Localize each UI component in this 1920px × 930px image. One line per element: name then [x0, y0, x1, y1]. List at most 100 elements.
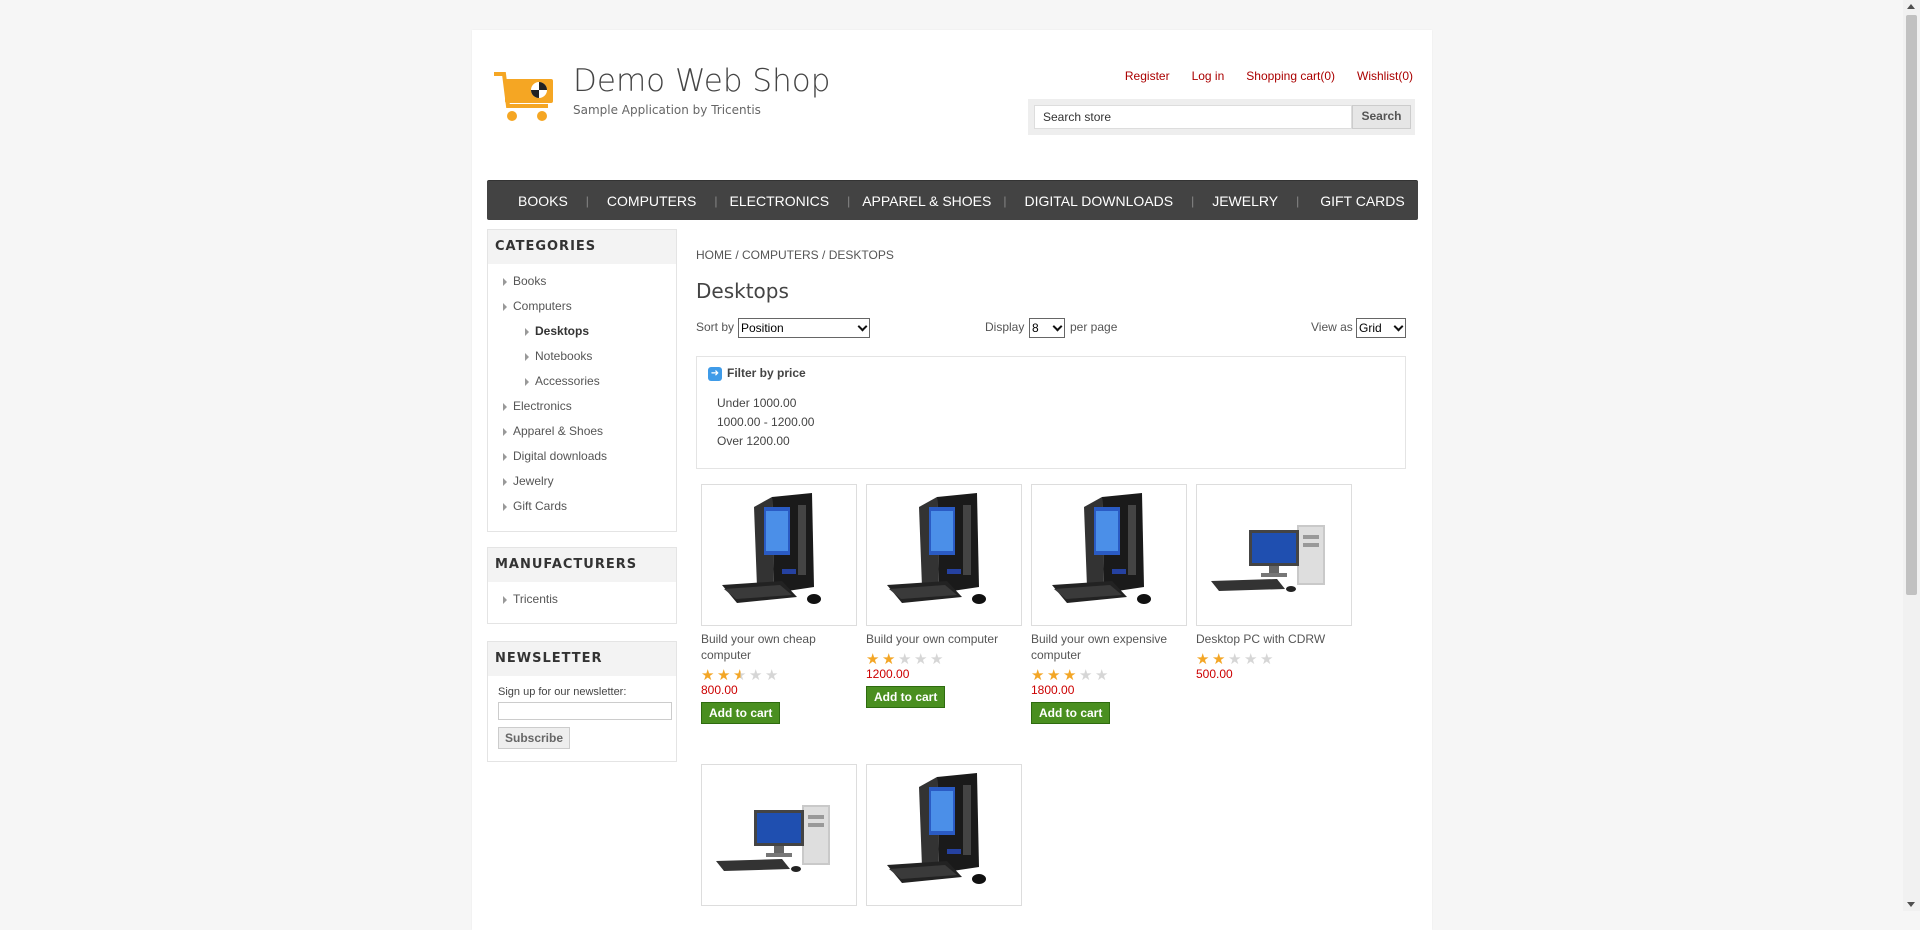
category-computers[interactable]: Computers: [488, 294, 676, 319]
breadcrumb-computers[interactable]: COMPUTERS: [742, 248, 819, 262]
product-item: Build your own expensive computer ★ ★ ★ ★ ★ …: [1031, 484, 1187, 724]
add-to-cart-button[interactable]: Add to cart: [701, 702, 781, 724]
page-title: Desktops: [696, 279, 789, 303]
star-empty-icon: ★: [749, 667, 763, 684]
newsletter-title: NEWSLETTER: [488, 642, 676, 676]
product-image[interactable]: [866, 764, 1022, 906]
menu-digital-downloads[interactable]: DIGITAL DOWNLOADS: [1007, 193, 1192, 209]
rating-stars: ★ ★ ★ ★ ★: [866, 652, 1022, 667]
product-image[interactable]: [1031, 484, 1187, 626]
view-as-label: View as: [1311, 320, 1353, 334]
bullet-arrow-icon: [503, 503, 507, 511]
bullet-arrow-icon: [503, 453, 507, 461]
category-gift-cards[interactable]: Gift Cards: [488, 494, 676, 519]
sort-select[interactable]: Position: [738, 318, 870, 338]
product-item: [701, 764, 857, 906]
add-to-cart-button[interactable]: Add to cart: [866, 686, 946, 708]
filter-title[interactable]: ➜ Filter by price: [708, 366, 806, 381]
shopping-cart-link[interactable]: Shopping cart(0): [1246, 69, 1335, 83]
newsletter-label: Sign up for our newsletter:: [498, 686, 627, 698]
login-link[interactable]: Log in: [1192, 69, 1225, 83]
product-item: Build your own computer ★ ★ ★ ★ ★ 1200.00 Ad…: [866, 484, 1022, 708]
tower-pc-icon: [887, 773, 986, 884]
product-item: [866, 764, 1022, 906]
star-empty-icon: ★: [1228, 651, 1242, 668]
add-to-cart-button[interactable]: Add to cart: [1031, 702, 1111, 724]
bullet-arrow-icon: [525, 378, 529, 386]
bullet-arrow-icon: [525, 353, 529, 361]
star-empty-icon: ★: [1260, 651, 1274, 668]
product-title[interactable]: Build your own expensive computer: [1031, 631, 1187, 663]
menu-jewelry[interactable]: JEWELRY: [1194, 193, 1296, 209]
menu-books[interactable]: BOOKS: [487, 193, 586, 209]
chevron-down-icon: [1052, 321, 1063, 332]
filter-option-over-1200[interactable]: Over 1200.00: [717, 432, 814, 451]
shop-title[interactable]: Demo Web Shop: [573, 63, 830, 99]
scroll-up-icon[interactable]: [1907, 4, 1915, 9]
menu-electronics[interactable]: ELECTRONICS: [718, 193, 848, 209]
scrollbar[interactable]: [1903, 0, 1920, 911]
category-jewelry[interactable]: Jewelry: [488, 469, 676, 494]
product-image[interactable]: [701, 484, 857, 626]
tower-pc-icon: [722, 493, 821, 604]
category-books[interactable]: Books: [488, 269, 676, 294]
menu-apparel-shoes[interactable]: APPAREL & SHOES: [850, 193, 1003, 209]
register-link[interactable]: Register: [1125, 69, 1170, 83]
star-half-icon: ★: [733, 667, 747, 684]
breadcrumb: HOME / COMPUTERS / DESKTOPS: [696, 248, 894, 262]
cart-logo-icon[interactable]: [492, 66, 556, 126]
shop-subtitle: Sample Application by Tricentis: [573, 103, 761, 117]
bullet-arrow-icon: [503, 596, 507, 604]
product-title[interactable]: Build your own computer: [866, 631, 1022, 647]
per-page-label: per page: [1070, 320, 1118, 334]
arrow-right-icon: ➜: [708, 366, 722, 381]
top-menu: BOOKS | COMPUTERS | ELECTRONICS | APPARE…: [487, 180, 1418, 220]
product-image[interactable]: [866, 484, 1022, 626]
menu-gift-cards[interactable]: GIFT CARDS: [1299, 193, 1423, 209]
product-image[interactable]: [701, 764, 857, 906]
tower-pc-icon: [887, 493, 986, 604]
price-filter-box: ➜ Filter by price Under 1000.00 1000.00 -…: [696, 356, 1406, 469]
manufacturers-title: MANUFACTURERS: [488, 548, 676, 582]
tower-pc-icon: [1052, 493, 1151, 604]
search-input[interactable]: Search store: [1034, 105, 1352, 129]
manufacturer-tricentis[interactable]: Tricentis: [488, 587, 676, 612]
breadcrumb-home[interactable]: HOME: [696, 248, 732, 262]
product-item: Desktop PC with CDRW ★ ★ ★ ★ ★ 500.00: [1196, 484, 1352, 681]
star-full-icon: ★: [1031, 667, 1045, 684]
star-empty-icon: ★: [898, 651, 912, 668]
scroll-down-icon[interactable]: [1907, 902, 1915, 907]
star-full-icon: ★: [1196, 651, 1210, 668]
bullet-arrow-icon: [503, 303, 507, 311]
search-button[interactable]: Search: [1352, 105, 1411, 129]
category-apparel-shoes[interactable]: Apparel & Shoes: [488, 419, 676, 444]
rating-stars: ★ ★ ★ ★ ★: [1031, 668, 1187, 683]
category-notebooks[interactable]: Notebooks: [488, 344, 676, 369]
page-size-select[interactable]: 8: [1029, 318, 1065, 338]
view-mode-select[interactable]: Grid: [1356, 318, 1406, 338]
scrollbar-thumb[interactable]: [1906, 15, 1917, 595]
breadcrumb-desktops: DESKTOPS: [828, 248, 894, 262]
newsletter-email-input[interactable]: [498, 702, 672, 720]
category-accessories[interactable]: Accessories: [488, 369, 676, 394]
product-title[interactable]: Build your own cheap computer: [701, 631, 857, 663]
desktop-pc-icon: [1211, 525, 1325, 592]
filter-option-1000-1200[interactable]: 1000.00 - 1200.00: [717, 413, 814, 432]
star-empty-icon: ★: [1079, 667, 1093, 684]
search-box: Search store Search: [1028, 99, 1415, 135]
subscribe-button[interactable]: Subscribe: [498, 727, 571, 749]
star-empty-icon: ★: [930, 651, 944, 668]
star-full-icon: ★: [882, 651, 896, 668]
wishlist-link[interactable]: Wishlist(0): [1357, 69, 1413, 83]
product-title[interactable]: Desktop PC with CDRW: [1196, 631, 1352, 647]
star-empty-icon: ★: [914, 651, 928, 668]
category-desktops[interactable]: Desktops: [488, 319, 676, 344]
product-image[interactable]: [1196, 484, 1352, 626]
product-price: 1800.00: [1031, 683, 1075, 697]
star-full-icon: ★: [1047, 667, 1061, 684]
filter-option-under-1000[interactable]: Under 1000.00: [717, 394, 814, 413]
category-digital-downloads[interactable]: Digital downloads: [488, 444, 676, 469]
desktop-pc-icon: [716, 805, 830, 872]
category-electronics[interactable]: Electronics: [488, 394, 676, 419]
menu-computers[interactable]: COMPUTERS: [589, 193, 714, 209]
